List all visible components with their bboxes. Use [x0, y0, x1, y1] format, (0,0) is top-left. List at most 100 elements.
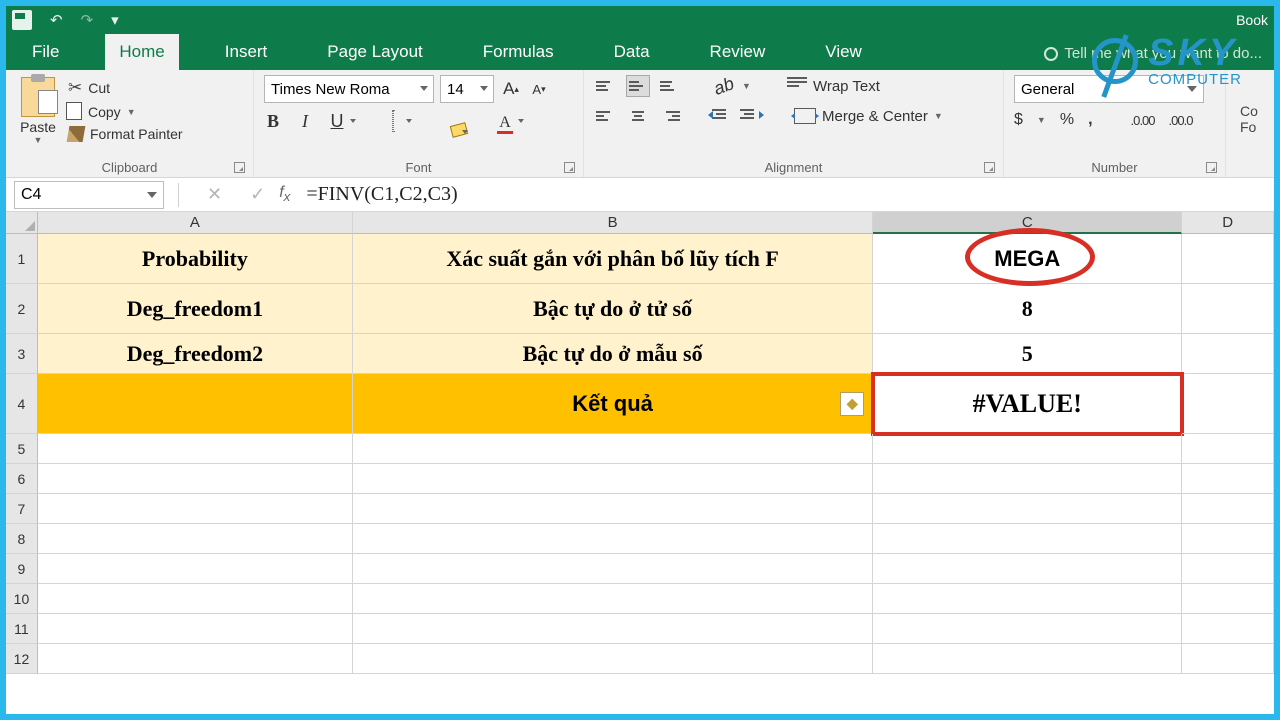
align-right-button[interactable] — [658, 105, 682, 127]
cell-c10[interactable] — [873, 584, 1182, 614]
row-header-3[interactable]: 3 — [6, 334, 38, 374]
align-left-button[interactable] — [594, 105, 618, 127]
tab-insert[interactable]: Insert — [211, 34, 282, 70]
col-header-b[interactable]: B — [353, 212, 873, 234]
col-header-d[interactable]: D — [1182, 212, 1274, 234]
cell-d11[interactable] — [1182, 614, 1274, 644]
cell-d12[interactable] — [1182, 644, 1274, 674]
tab-data[interactable]: Data — [600, 34, 664, 70]
cut-button[interactable]: ✂Cut — [68, 78, 183, 98]
cell-b1[interactable]: Xác suất gắn với phân bố lũy tích F — [353, 234, 873, 284]
orientation-button[interactable]: ab — [711, 73, 737, 100]
cell-c8[interactable] — [873, 524, 1182, 554]
tab-file[interactable]: File — [18, 34, 73, 70]
dialog-launcher-icon[interactable] — [1206, 162, 1217, 173]
cell-d6[interactable] — [1182, 464, 1274, 494]
cell-d3[interactable] — [1182, 334, 1274, 374]
cell-a11[interactable] — [38, 614, 353, 644]
cell-a3[interactable]: Deg_freedom2 — [38, 334, 353, 374]
font-size-select[interactable]: 14 — [440, 75, 494, 103]
qat-more-button[interactable]: ▾ — [111, 11, 119, 29]
cell-d10[interactable] — [1182, 584, 1274, 614]
percent-button[interactable]: % — [1060, 111, 1074, 129]
cell-c5[interactable] — [873, 434, 1182, 464]
row-header-1[interactable]: 1 — [6, 234, 38, 284]
cell-b12[interactable] — [353, 644, 873, 674]
cell-d1[interactable] — [1182, 234, 1274, 284]
cell-a6[interactable] — [38, 464, 353, 494]
cell-c6[interactable] — [873, 464, 1182, 494]
font-color-button[interactable]: A — [496, 111, 514, 132]
worksheet-grid[interactable]: A B C D 1 Probability Xác suất gắn với p… — [6, 212, 1274, 674]
cell-b4[interactable]: Kết quả — [353, 374, 873, 434]
tab-home[interactable]: Home — [105, 34, 178, 70]
cell-c2[interactable]: 8 — [873, 284, 1182, 334]
cell-b8[interactable] — [353, 524, 873, 554]
cell-b11[interactable] — [353, 614, 873, 644]
dialog-launcher-icon[interactable] — [564, 162, 575, 173]
col-header-c[interactable]: C — [873, 212, 1182, 234]
redo-button[interactable]: ↷ — [81, 11, 94, 29]
undo-button[interactable]: ↶ — [50, 11, 63, 29]
cell-d7[interactable] — [1182, 494, 1274, 524]
formula-input[interactable]: =FINV(C1,C2,C3) — [302, 183, 1274, 206]
cell-c1[interactable]: MEGA — [873, 234, 1182, 284]
cell-a9[interactable] — [38, 554, 353, 584]
cell-a1[interactable]: Probability — [38, 234, 353, 284]
merge-center-button[interactable]: Merge & Center▼ — [794, 108, 943, 125]
paste-button[interactable]: Paste ▼ — [16, 75, 60, 145]
row-header-11[interactable]: 11 — [6, 614, 38, 644]
cell-d2[interactable] — [1182, 284, 1274, 334]
increase-decimal-button[interactable]: .0 .00 — [1131, 113, 1155, 128]
shrink-font-button[interactable]: A▾ — [528, 76, 550, 102]
increase-indent-button[interactable] — [740, 106, 760, 126]
cancel-button[interactable]: ✕ — [207, 184, 222, 205]
dialog-launcher-icon[interactable] — [234, 162, 245, 173]
error-indicator-icon[interactable] — [840, 392, 864, 416]
cell-b6[interactable] — [353, 464, 873, 494]
cell-b10[interactable] — [353, 584, 873, 614]
currency-button[interactable]: $ — [1014, 111, 1023, 129]
align-top-button[interactable] — [594, 75, 618, 97]
format-painter-button[interactable]: Format Painter — [68, 126, 183, 142]
cell-a5[interactable] — [38, 434, 353, 464]
italic-button[interactable]: I — [296, 111, 314, 132]
cell-a12[interactable] — [38, 644, 353, 674]
decrease-indent-button[interactable] — [712, 106, 732, 126]
cell-b5[interactable] — [353, 434, 873, 464]
cell-c7[interactable] — [873, 494, 1182, 524]
cell-c12[interactable] — [873, 644, 1182, 674]
cell-b2[interactable]: Bậc tự do ở tử số — [353, 284, 873, 334]
cell-a2[interactable]: Deg_freedom1 — [38, 284, 353, 334]
cell-b3[interactable]: Bậc tự do ở mẫu số — [353, 334, 873, 374]
row-header-6[interactable]: 6 — [6, 464, 38, 494]
grow-font-button[interactable]: A▴ — [500, 76, 522, 102]
fx-icon[interactable]: fx — [279, 184, 290, 204]
dialog-launcher-icon[interactable] — [984, 162, 995, 173]
row-header-4[interactable]: 4 — [6, 374, 38, 434]
tab-page-layout[interactable]: Page Layout — [313, 34, 436, 70]
cell-c11[interactable] — [873, 614, 1182, 644]
col-header-a[interactable]: A — [38, 212, 353, 234]
cell-a4[interactable] — [38, 374, 353, 434]
cell-d8[interactable] — [1182, 524, 1274, 554]
cell-c3[interactable]: 5 — [873, 334, 1182, 374]
wrap-text-button[interactable]: Wrap Text — [787, 77, 880, 95]
copy-button[interactable]: Copy▼ — [68, 104, 183, 120]
tab-formulas[interactable]: Formulas — [469, 34, 568, 70]
decrease-decimal-button[interactable]: .00 .0 — [1169, 113, 1193, 128]
cell-d4[interactable] — [1182, 374, 1274, 434]
border-button[interactable] — [384, 111, 402, 132]
tab-review[interactable]: Review — [696, 34, 780, 70]
align-bottom-button[interactable] — [658, 75, 682, 97]
row-header-12[interactable]: 12 — [6, 644, 38, 674]
row-header-7[interactable]: 7 — [6, 494, 38, 524]
cell-d5[interactable] — [1182, 434, 1274, 464]
select-all-corner[interactable] — [6, 212, 38, 234]
row-header-8[interactable]: 8 — [6, 524, 38, 554]
bold-button[interactable]: B — [264, 111, 282, 132]
underline-button[interactable]: U — [328, 111, 346, 132]
tab-view[interactable]: View — [811, 34, 876, 70]
enter-button[interactable]: ✓ — [250, 184, 265, 205]
cell-a8[interactable] — [38, 524, 353, 554]
